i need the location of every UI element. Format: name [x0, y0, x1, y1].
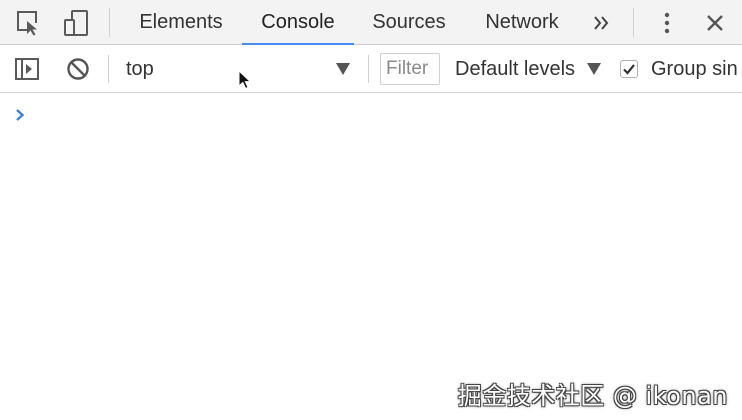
- log-levels-dropdown[interactable]: Default levels: [455, 51, 605, 87]
- tab-elements[interactable]: Elements: [126, 0, 236, 44]
- group-similar-checkbox[interactable]: [620, 60, 638, 78]
- console-sidebar-icon[interactable]: [12, 54, 42, 84]
- toolbar-divider: [368, 55, 369, 83]
- kebab-menu-icon[interactable]: [652, 8, 682, 38]
- tab-sources[interactable]: Sources: [360, 0, 458, 44]
- dropdown-arrow-icon: [336, 63, 350, 75]
- tab-bar-divider: [633, 8, 634, 37]
- toolbar-divider: [108, 55, 109, 83]
- mouse-pointer-icon: [238, 69, 252, 95]
- tab-console[interactable]: Console: [242, 0, 354, 45]
- element-picker-icon[interactable]: [14, 8, 44, 38]
- clear-console-icon[interactable]: [63, 54, 93, 84]
- console-messages: [0, 93, 742, 420]
- close-icon[interactable]: [700, 8, 730, 38]
- execution-context-value: top: [126, 58, 154, 80]
- watermark: 掘金技术社区 @ ikonan: [457, 382, 728, 410]
- dropdown-arrow-icon: [587, 63, 601, 75]
- tab-bar-divider: [109, 8, 110, 37]
- device-toolbar-icon[interactable]: [61, 8, 91, 38]
- chevron-right-icon: [14, 107, 26, 128]
- group-similar-label: Group sin: [651, 58, 738, 80]
- tab-network[interactable]: Network: [472, 0, 572, 44]
- devtools-window: Elements Console Sources Network top Fil…: [0, 0, 742, 420]
- log-levels-label: Default levels: [455, 58, 576, 80]
- console-toolbar: top Default levels Group sin: [0, 45, 742, 93]
- chevron-double-right-icon[interactable]: [587, 8, 617, 38]
- console-prompt-input[interactable]: [40, 103, 720, 127]
- checkmark-icon: [623, 64, 635, 75]
- tab-bar: Elements Console Sources Network: [0, 0, 742, 45]
- filter-input[interactable]: [380, 53, 440, 85]
